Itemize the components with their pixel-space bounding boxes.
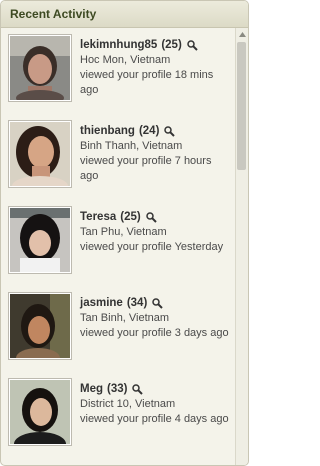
profile-age: (25) [161, 39, 182, 51]
profile-photo[interactable] [8, 378, 72, 446]
search-icon[interactable] [145, 212, 157, 223]
search-icon[interactable] [132, 384, 144, 395]
panel-title: Recent Activity [10, 7, 97, 21]
scrollbar-thumb[interactable] [237, 42, 246, 170]
search-icon[interactable] [164, 126, 176, 137]
vertical-scrollbar[interactable] [235, 28, 248, 465]
profile-age: (24) [138, 125, 160, 137]
profile-location: Hoc Mon, Vietnam [80, 54, 171, 66]
activity-list: lekimnhung85 (25) Hoc Mon, Vietnam viewe… [1, 28, 236, 465]
profile-name-link[interactable]: jasmine [80, 296, 123, 311]
profile-photo[interactable] [8, 292, 72, 360]
profile-age: (25) [120, 211, 141, 223]
activity-text: viewed your profile 7 hours ago [80, 155, 212, 182]
avatar-image [10, 122, 70, 186]
profile-name-link[interactable]: Meg [80, 382, 103, 397]
profile-location: District 10, Vietnam [80, 398, 176, 410]
avatar-image [10, 380, 70, 444]
profile-info: lekimnhung85 (25) Hoc Mon, Vietnam viewe… [80, 38, 232, 98]
profile-info: jasmine (34) Tan Binh, Vietnam viewed yo… [80, 296, 232, 341]
list-item: thienbang (24) Binh Thanh, Vietnam viewe… [1, 114, 236, 200]
profile-location: Binh Thanh, Vietnam [80, 140, 183, 152]
list-item: lekimnhung85 (25) Hoc Mon, Vietnam viewe… [1, 28, 236, 114]
scroll-up-arrow-icon[interactable] [236, 28, 248, 40]
profile-photo[interactable] [8, 34, 72, 102]
activity-text: viewed your profile Yesterday [80, 241, 224, 253]
profile-location: Tan Phu, Vietnam [80, 226, 167, 238]
profile-name-link[interactable]: lekimnhung85 [80, 38, 157, 53]
list-item: jasmine (34) Tan Binh, Vietnam viewed yo… [1, 286, 236, 372]
recent-activity-panel: Recent Activity lekimnhung85 (25) Hoc Mo… [0, 0, 249, 466]
profile-photo[interactable] [8, 120, 72, 188]
activity-text: viewed your profile 4 days ago [80, 413, 229, 425]
profile-photo[interactable] [8, 206, 72, 274]
profile-info: thienbang (24) Binh Thanh, Vietnam viewe… [80, 124, 232, 184]
avatar-image [10, 208, 70, 272]
profile-info: Teresa (25) Tan Phu, Vietnam viewed your… [80, 210, 232, 255]
profile-name-link[interactable]: thienbang [80, 124, 135, 139]
profile-name-link[interactable]: Teresa [80, 210, 116, 225]
avatar-image [10, 294, 70, 358]
avatar-image [10, 36, 70, 100]
profile-info: Meg (33) District 10, Vietnam viewed you… [80, 382, 232, 427]
panel-header: Recent Activity [1, 1, 248, 28]
search-icon[interactable] [187, 40, 198, 51]
profile-age: (34) [126, 297, 148, 309]
profile-age: (33) [107, 383, 128, 395]
list-item: Teresa (25) Tan Phu, Vietnam viewed your… [1, 200, 236, 286]
activity-text: viewed your profile 3 days ago [80, 327, 229, 339]
search-icon[interactable] [152, 298, 163, 309]
profile-location: Tan Binh, Vietnam [80, 312, 170, 324]
list-item: Meg (33) District 10, Vietnam viewed you… [1, 372, 236, 458]
activity-text: viewed your profile 18 mins ago [80, 69, 214, 96]
